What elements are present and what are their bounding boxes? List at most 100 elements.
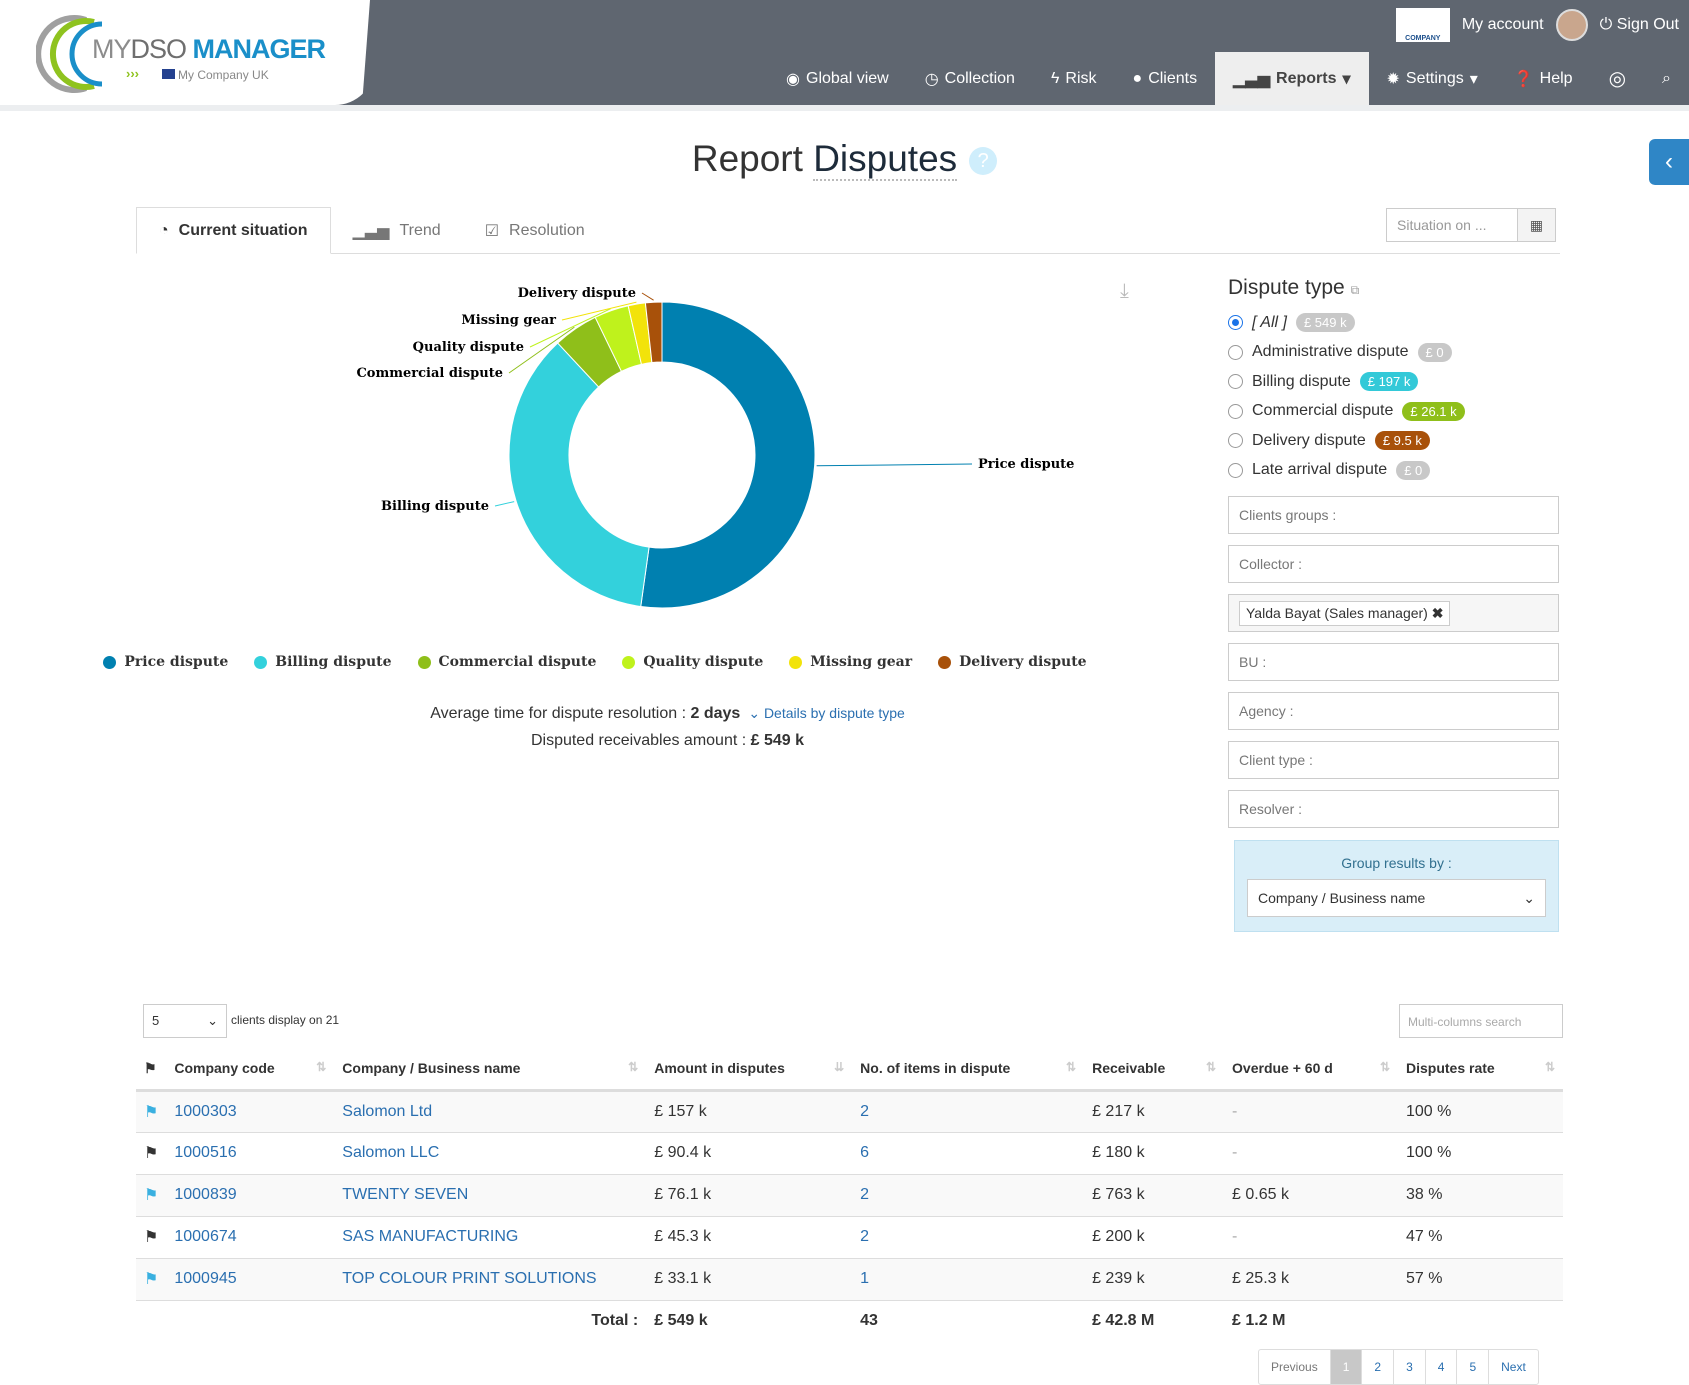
nav-risk[interactable]: ϟ Risk xyxy=(1033,52,1115,105)
group-results-select[interactable]: Company / Business name ⌄ xyxy=(1247,879,1546,917)
page-button[interactable]: 1 xyxy=(1329,1350,1362,1384)
nav-global-view[interactable]: ◉ Global view xyxy=(768,52,907,105)
collapse-panel-button[interactable]: ‹ xyxy=(1649,139,1689,185)
collector-select[interactable]: Yalda Bayat (Sales manager) ✖ xyxy=(1228,594,1559,632)
page-button[interactable]: 2 xyxy=(1361,1350,1393,1384)
legend-item[interactable]: Billing dispute xyxy=(254,654,392,670)
company-code-link[interactable]: 1000945 xyxy=(174,1270,236,1287)
legend-item[interactable]: Missing gear xyxy=(789,654,912,670)
column-header[interactable]: Disputes rate ⇅ xyxy=(1398,1048,1563,1092)
flag-column-header[interactable]: ⚑ xyxy=(136,1048,167,1092)
items-link[interactable]: 6 xyxy=(860,1144,869,1161)
sort-icon[interactable]: ⇅ xyxy=(1545,1060,1555,1074)
column-header[interactable]: Amount in disputes ⇊ xyxy=(646,1048,853,1092)
nav-reports[interactable]: ▁▃▅ Reports ▾ xyxy=(1215,52,1369,105)
flag-icon[interactable]: ⚑ xyxy=(144,1229,158,1246)
nav-help[interactable]: ❓ Help xyxy=(1496,52,1591,105)
tab-current-situation[interactable]: ◔ Current situation xyxy=(136,207,331,254)
legend-item[interactable]: Quality dispute xyxy=(622,654,763,670)
situation-date-picker[interactable]: Situation on ... ▦ xyxy=(1386,208,1556,242)
agency-field[interactable]: Agency : xyxy=(1228,692,1559,730)
remove-icon[interactable]: ✖ xyxy=(1432,605,1444,621)
multi-column-search-input[interactable]: Multi-columns search xyxy=(1399,1004,1563,1038)
legend-item[interactable]: Commercial dispute xyxy=(417,654,596,670)
flag-icon[interactable]: ⚑ xyxy=(144,1271,158,1288)
company-code-link[interactable]: 1000516 xyxy=(174,1144,236,1161)
items-link[interactable]: 1 xyxy=(860,1270,869,1287)
bar-chart-icon: ▁▃▅ xyxy=(352,222,390,240)
company-name-link[interactable]: SAS MANUFACTURING xyxy=(342,1228,518,1245)
sort-icon[interactable]: ⇅ xyxy=(1380,1060,1390,1074)
nav-clients[interactable]: ● Clients xyxy=(1115,52,1216,105)
radio-icon[interactable] xyxy=(1228,315,1243,331)
help-icon: ❓ xyxy=(1513,70,1534,88)
avatar[interactable] xyxy=(1555,9,1588,41)
page-button[interactable]: 3 xyxy=(1393,1350,1425,1384)
sort-icon[interactable]: ⇊ xyxy=(834,1060,844,1074)
dispute-type-radio[interactable]: [ All ] £ 549 k xyxy=(1228,308,1559,338)
collector-label-field[interactable]: Collector : xyxy=(1228,545,1559,583)
tab-trend[interactable]: ▁▃▅ Trend xyxy=(331,207,463,254)
radio-icon[interactable] xyxy=(1228,374,1243,390)
sort-icon[interactable]: ⇅ xyxy=(628,1060,638,1074)
slice-price-dispute[interactable] xyxy=(640,301,816,609)
dispute-type-radio[interactable]: Commercial dispute £ 26.1 k xyxy=(1228,397,1559,427)
page-length-select[interactable]: 5 ⌄ xyxy=(143,1004,227,1038)
dispute-type-radio[interactable]: Late arrival dispute £ 0 xyxy=(1228,456,1559,486)
radio-icon[interactable] xyxy=(1228,403,1243,419)
calendar-icon[interactable]: ▦ xyxy=(1517,209,1555,241)
legend-item[interactable]: Delivery dispute xyxy=(938,654,1087,670)
dispute-type-radio[interactable]: Billing dispute £ 197 k xyxy=(1228,367,1559,397)
slice-billing-dispute[interactable] xyxy=(508,342,650,608)
sort-icon[interactable]: ⇅ xyxy=(1066,1060,1076,1074)
flag-icon[interactable]: ⚑ xyxy=(144,1187,158,1204)
radio-icon[interactable] xyxy=(1228,433,1243,449)
column-header[interactable]: Overdue + 60 d ⇅ xyxy=(1224,1048,1398,1092)
dispute-type-radio[interactable]: Administrative dispute £ 0 xyxy=(1228,338,1559,368)
company-code-link[interactable]: 1000839 xyxy=(174,1186,236,1203)
legend-item[interactable]: Price dispute xyxy=(103,654,228,670)
items-link[interactable]: 2 xyxy=(860,1186,869,1203)
company-name-link[interactable]: TOP COLOUR PRINT SOLUTIONS xyxy=(342,1270,596,1287)
dispute-type-radio[interactable]: Delivery dispute £ 9.5 k xyxy=(1228,426,1559,456)
items-link[interactable]: 2 xyxy=(860,1228,869,1245)
next-page-button[interactable]: Next xyxy=(1488,1350,1538,1384)
help-icon[interactable]: ? xyxy=(969,147,998,176)
column-header[interactable]: Company code ⇅ xyxy=(166,1048,335,1092)
flag-icon[interactable]: ⚑ xyxy=(144,1104,158,1121)
my-account-link[interactable]: My account xyxy=(1462,16,1544,34)
bu-field[interactable]: BU : xyxy=(1228,643,1559,681)
resolver-field[interactable]: Resolver : xyxy=(1228,790,1559,828)
table-row: ⚑ 1000945 TOP COLOUR PRINT SOLUTIONS £ 33.1… xyxy=(136,1258,1563,1301)
nav-settings[interactable]: ✹ Settings ▾ xyxy=(1369,52,1496,105)
sort-icon[interactable]: ⇅ xyxy=(1206,1060,1216,1074)
company-name-link[interactable]: TWENTY SEVEN xyxy=(342,1186,468,1203)
table-row: ⚑ 1000516 Salomon LLC £ 90.4 k 6 £ 180 k -100 … xyxy=(136,1132,1563,1175)
tab-resolution[interactable]: ☑ Resolution xyxy=(463,207,607,254)
clients-groups-field[interactable]: Clients groups : xyxy=(1228,496,1559,534)
sort-icon[interactable]: ⇅ xyxy=(316,1060,326,1074)
details-by-type-link[interactable]: ⌄ Details by dispute type xyxy=(748,705,904,721)
column-header[interactable]: Company / Business name ⇅ xyxy=(334,1048,647,1092)
company-name-link[interactable]: Salomon Ltd xyxy=(342,1103,432,1120)
company-code-link[interactable]: 1000303 xyxy=(174,1103,236,1120)
globe-icon: ● xyxy=(1132,69,1143,87)
column-header[interactable]: No. of items in dispute ⇅ xyxy=(852,1048,1085,1092)
radio-icon[interactable] xyxy=(1228,344,1243,360)
radio-icon[interactable] xyxy=(1228,462,1243,478)
page-button[interactable]: 4 xyxy=(1424,1350,1457,1384)
previous-page-button[interactable]: Previous xyxy=(1259,1350,1330,1384)
nav-target[interactable]: ◎ xyxy=(1591,52,1644,105)
company-name-link[interactable]: Salomon LLC xyxy=(342,1144,439,1161)
app-logo[interactable]: MYDSO MANAGER ››› My Company UK xyxy=(0,0,370,105)
flag-icon[interactable]: ⚑ xyxy=(144,1145,158,1162)
page-button[interactable]: 5 xyxy=(1456,1350,1488,1384)
sign-out-link[interactable]: ⏻ Sign Out xyxy=(1600,16,1679,34)
items-link[interactable]: 2 xyxy=(860,1103,869,1120)
company-code-link[interactable]: 1000674 xyxy=(174,1228,236,1245)
external-link-icon[interactable]: ⧉ xyxy=(1351,283,1360,297)
nav-search[interactable]: ⌕ xyxy=(1644,52,1689,105)
client-type-field[interactable]: Client type : xyxy=(1228,741,1559,779)
nav-collection[interactable]: ◷ Collection xyxy=(907,52,1033,105)
column-header[interactable]: Receivable ⇅ xyxy=(1084,1048,1225,1092)
